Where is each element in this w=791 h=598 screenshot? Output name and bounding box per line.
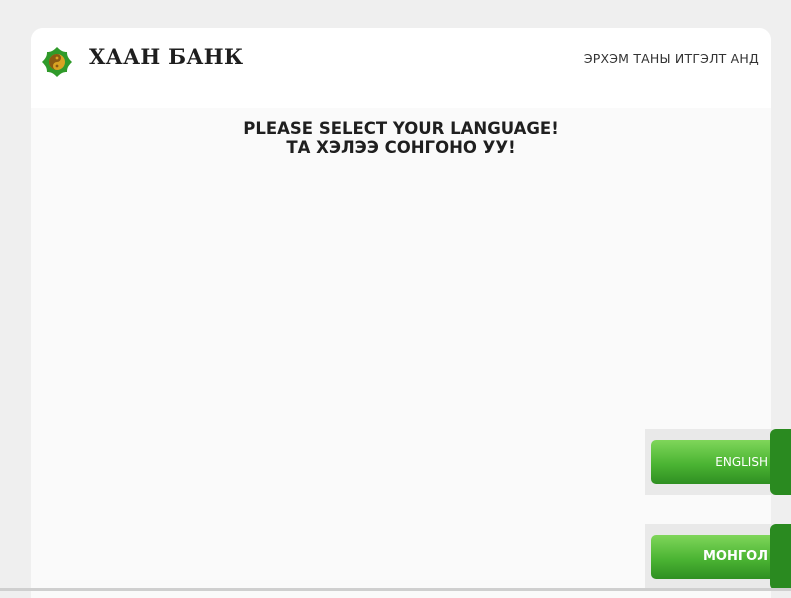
mongolian-button-label: МОНГОЛ [703, 549, 768, 564]
english-button-label: ENGLISH [715, 455, 768, 469]
english-button-tab [770, 429, 791, 495]
mongolian-button[interactable]: МОНГОЛ [645, 524, 791, 590]
title-mongolian: ТА ХЭЛЭЭ СОНГОНО УУ! [286, 138, 516, 157]
mongolian-button-tab [770, 524, 791, 590]
bank-slogan: ЭРХЭМ ТАНЫ ИТГЭЛТ АНД [583, 51, 759, 66]
english-button[interactable]: ENGLISH [645, 429, 791, 495]
bottom-divider [0, 588, 791, 591]
atm-screen: ХААН БАНК ЭРХЭМ ТАНЫ ИТГЭЛТ АНД PLEASE S… [31, 28, 771, 598]
language-prompt: PLEASE SELECT YOUR LANGUAGE! ТА ХЭЛЭЭ СО… [31, 119, 771, 157]
header-bar: ХААН БАНК ЭРХЭМ ТАНЫ ИТГЭЛТ АНД [31, 28, 771, 108]
bank-name: ХААН БАНК [89, 44, 244, 69]
khan-bank-logo-icon [42, 47, 72, 77]
title-english: PLEASE SELECT YOUR LANGUAGE! [243, 119, 559, 138]
